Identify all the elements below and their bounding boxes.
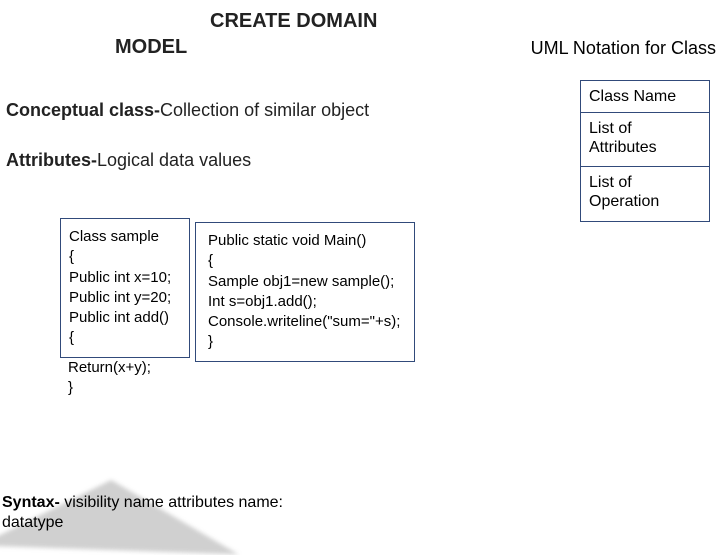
code-line: Public static void Main()	[208, 231, 406, 251]
code-line: }	[208, 332, 406, 352]
syntax-line: Syntax- visibility name attributes name:	[2, 494, 283, 512]
code-line: {	[208, 251, 406, 271]
code-line: Return(x+y);	[68, 358, 190, 378]
syntax-text: visibility name attributes name:	[60, 494, 283, 511]
code-left-wrap: Class sample { Public int x=10; Public i…	[60, 218, 190, 398]
conceptual-class-line: Conceptual class-Collection of similar o…	[6, 100, 369, 121]
code-line: Public int add()	[69, 308, 181, 328]
code-right-box: Public static void Main() { Sample obj1=…	[195, 222, 415, 362]
conceptual-bold: Conceptual class-	[6, 100, 160, 120]
syntax-line2: datatype	[2, 514, 63, 532]
uml-class-box: Class Name List of Attributes List of Op…	[580, 80, 710, 222]
code-line: }	[68, 378, 190, 398]
syntax-bold: Syntax-	[2, 494, 60, 511]
code-line: Class sample	[69, 227, 181, 247]
code-line: Console.writeline("sum="+s);	[208, 312, 406, 332]
uml-operation-cell: List of Operation	[581, 167, 709, 221]
uml-class-name-cell: Class Name	[581, 81, 709, 113]
code-line: {	[69, 328, 181, 348]
code-line: {	[69, 247, 181, 267]
uml-notation-header: UML Notation for Class	[531, 38, 716, 59]
attributes-line: Attributes-Logical data values	[6, 150, 251, 171]
page-title: CREATE DOMAIN	[210, 10, 377, 33]
uml-attributes-cell: List of Attributes	[581, 113, 709, 167]
code-line: Public int y=20;	[69, 288, 181, 308]
code-line: Public int x=10;	[69, 268, 181, 288]
attributes-bold: Attributes-	[6, 150, 97, 170]
attributes-text: Logical data values	[97, 150, 251, 170]
code-left-box: Class sample { Public int x=10; Public i…	[60, 218, 190, 358]
conceptual-text: Collection of similar object	[160, 100, 369, 120]
page-subtitle: MODEL	[115, 36, 187, 59]
code-left-overflow: Return(x+y); }	[60, 358, 190, 399]
code-line: Sample obj1=new sample();	[208, 272, 406, 292]
code-line: Int s=obj1.add();	[208, 292, 406, 312]
